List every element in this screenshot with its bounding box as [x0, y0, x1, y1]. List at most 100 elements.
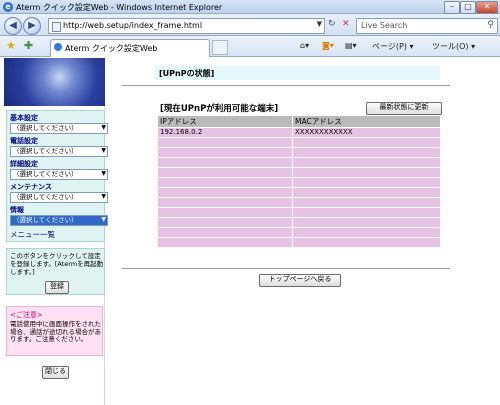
mac-address-cell: [293, 148, 440, 157]
table-row: [158, 198, 440, 207]
back-to-top-button[interactable]: トップページへ戻る: [259, 274, 341, 287]
ie-logo-icon: e: [3, 2, 13, 12]
page-title: [UPnPの状態]: [159, 69, 215, 78]
select-value: （選択してください）: [13, 193, 78, 201]
print-icon[interactable]: ▤▾: [345, 41, 357, 50]
section-title: [現在UPnPが利用可能な端末]: [160, 104, 279, 114]
chevron-down-icon: ▼: [101, 216, 106, 223]
notice-title: <ご注意>: [10, 311, 43, 319]
tools-menu[interactable]: ツール(O) ▾: [432, 41, 475, 52]
table-row: [158, 188, 440, 197]
table-row: 192.168.0.2 XXXXXXXXXXXX: [158, 128, 440, 137]
select-value: （選択してください）: [13, 124, 78, 132]
ip-address-cell: [158, 218, 292, 227]
phone-settings-select[interactable]: （選択してください） ▼: [10, 146, 108, 157]
search-placeholder: Live Search: [361, 21, 408, 30]
info-select[interactable]: （選択してください） ▼: [10, 215, 108, 226]
table-row: [158, 228, 440, 237]
mac-address-cell: [293, 228, 440, 237]
table-row: [158, 178, 440, 187]
chevron-down-icon[interactable]: ▼: [317, 20, 322, 28]
url-text: http://web.setup/index_frame.html: [63, 21, 203, 30]
select-value: （選択してください）: [13, 147, 78, 155]
mac-address-cell: [293, 208, 440, 217]
ip-address-cell: [158, 188, 292, 197]
ip-address-cell: [158, 228, 292, 237]
table-row: [158, 208, 440, 217]
table-row: [158, 138, 440, 147]
ip-address-cell: [158, 148, 292, 157]
address-toolbar: ◀ ▶ http://web.setup/index_frame.html ▼ …: [0, 14, 500, 36]
add-favorite-icon[interactable]: ✚: [24, 40, 33, 52]
favorites-star-icon[interactable]: ★: [6, 40, 16, 52]
mac-address-cell: [293, 188, 440, 197]
menu-label-advanced: 詳細設定: [10, 160, 38, 168]
table-row: [158, 148, 440, 157]
select-value: （選択してください）: [13, 216, 78, 224]
basic-settings-select[interactable]: （選択してください） ▼: [10, 123, 108, 134]
home-icon[interactable]: ⌂▾: [300, 41, 309, 50]
maximize-button[interactable]: □: [460, 1, 476, 14]
refresh-icon[interactable]: ↻: [328, 19, 336, 29]
mac-address-cell: [293, 168, 440, 177]
mac-address-cell: [293, 238, 440, 247]
page-menu-label: ページ(P): [372, 42, 407, 51]
tab-toolbar: ★ ✚ Aterm クイック設定Web ⌂▾ ◙▾ ▤▾ ページ(P) ▾ ツー…: [0, 36, 500, 57]
table-row: [158, 168, 440, 177]
chevron-down-icon: ▼: [101, 147, 106, 154]
new-tab-button[interactable]: [212, 40, 228, 55]
minimize-button[interactable]: –: [444, 1, 460, 14]
forward-button[interactable]: ▶: [23, 17, 41, 35]
page-menu[interactable]: ページ(P) ▾: [372, 41, 413, 52]
ip-address-cell: [158, 158, 292, 167]
search-input[interactable]: Live Search ⚲: [356, 18, 498, 34]
menu-list-link[interactable]: メニュー一覧: [10, 229, 55, 240]
refresh-status-button[interactable]: 最新状態に更新: [366, 102, 442, 115]
maintenance-select[interactable]: （選択してください） ▼: [10, 192, 108, 203]
register-button[interactable]: 登録: [45, 281, 69, 294]
advanced-settings-select[interactable]: （選択してください） ▼: [10, 169, 108, 180]
table-row: [158, 218, 440, 227]
tab-ie-icon: [54, 43, 62, 51]
close-button[interactable]: 閉じる: [42, 366, 69, 379]
menu-label-basic: 基本設定: [10, 114, 38, 122]
column-header-ip: IPアドレス: [158, 116, 292, 127]
tab-label: Aterm クイック設定Web: [65, 44, 158, 53]
notice-text: 電話使用中に画面操作をされた場合、通話が途切れる場合があります。ご注意ください。: [10, 320, 101, 343]
settings-menu: 基本設定 （選択してください） ▼ 電話設定 （選択してください） ▼ 詳細設定 （…: [6, 110, 108, 242]
ip-address-cell: [158, 138, 292, 147]
chevron-down-icon: ▼: [101, 193, 106, 200]
table-row: [158, 238, 440, 247]
tools-menu-label: ツール(O): [432, 42, 469, 51]
mac-address-cell: [293, 138, 440, 147]
ip-address-cell: [158, 178, 292, 187]
window-titlebar: e Aterm クイック設定Web - Windows Internet Exp…: [0, 0, 500, 14]
close-window-button[interactable]: ✕: [476, 1, 498, 14]
notice-box: <ご注意> 電話使用中に画面操作をされた場合、通話が途切れる場合があります。ご注…: [6, 306, 103, 356]
ip-address-cell: [158, 198, 292, 207]
menu-label-info: 情報: [10, 206, 24, 214]
ip-address-cell: [158, 168, 292, 177]
page-title-bar: [UPnPの状態]: [155, 66, 440, 80]
mac-address-cell: XXXXXXXXXXXX: [293, 128, 440, 137]
register-info-text: このボタンをクリックして設定を登録します。[Atermを再起動します。]: [10, 252, 104, 276]
search-icon[interactable]: ⚲: [487, 20, 494, 30]
upnp-device-table: IPアドレス MACアドレス 192.168.0.2 XXXXXXXXXXXX: [157, 115, 441, 248]
address-bar[interactable]: http://web.setup/index_frame.html ▼: [48, 18, 325, 34]
menu-label-phone: 電話設定: [10, 137, 38, 145]
column-header-mac: MACアドレス: [293, 116, 440, 127]
menu-label-maintenance: メンテナンス: [10, 183, 52, 191]
tab-aterm[interactable]: Aterm クイック設定Web: [50, 39, 210, 57]
chevron-down-icon: ▼: [101, 124, 106, 131]
page-icon: [52, 22, 61, 32]
stop-icon[interactable]: ✕: [342, 19, 350, 29]
register-info-box: このボタンをクリックして設定を登録します。[Atermを再起動します。] 登録: [6, 248, 105, 295]
feed-icon[interactable]: ◙▾: [322, 41, 334, 50]
table-header-row: IPアドレス MACアドレス: [158, 116, 440, 127]
aterm-banner-image: [4, 58, 105, 106]
chevron-down-icon: ▼: [101, 170, 106, 177]
mac-address-cell: [293, 198, 440, 207]
mac-address-cell: [293, 218, 440, 227]
table-row: [158, 158, 440, 167]
back-button[interactable]: ◀: [4, 17, 22, 35]
